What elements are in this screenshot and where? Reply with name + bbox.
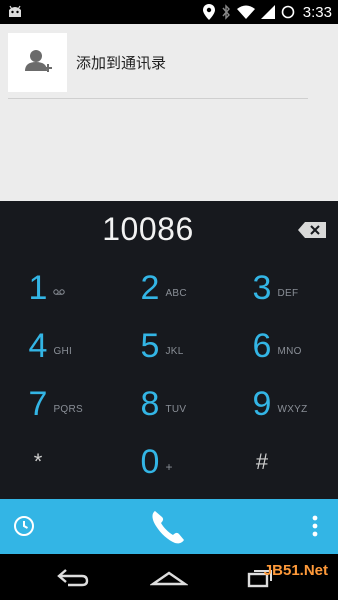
key-4[interactable]: 4 GHI	[0, 317, 112, 375]
watermark: JB51.Net	[263, 562, 328, 579]
signal-icon	[260, 5, 275, 19]
key-digit: 8	[140, 384, 160, 423]
dialer-pad: 10086 1 2 ABC 3 DEF 4 GHI 5 JKL 6 MNO 7 …	[0, 201, 338, 499]
key-9[interactable]: 9 WXYZ	[224, 375, 336, 433]
key-digit: 6	[252, 326, 272, 365]
key-digit: 1	[28, 268, 48, 307]
key-letters: +	[165, 460, 173, 474]
keypad: 1 2 ABC 3 DEF 4 GHI 5 JKL 6 MNO 7 PQRS 8…	[0, 259, 338, 499]
bluetooth-icon	[222, 4, 230, 20]
status-time: 3:33	[302, 3, 332, 21]
key-5[interactable]: 5 JKL	[112, 317, 224, 375]
key-digit: 5	[140, 326, 160, 365]
key-digit: *	[33, 449, 43, 474]
divider	[8, 98, 308, 99]
navigation-bar: JB51.Net	[0, 554, 338, 600]
add-to-contacts-label: 添加到通讯录	[76, 53, 167, 72]
history-icon[interactable]	[12, 514, 36, 538]
key-letters: DEF	[277, 287, 299, 299]
dial-action-bar	[0, 499, 338, 554]
android-icon	[9, 5, 21, 17]
key-0[interactable]: 0 +	[112, 433, 224, 491]
avatar	[8, 32, 67, 92]
voicemail-icon	[53, 288, 83, 299]
backspace-icon[interactable]	[298, 222, 326, 238]
key-digit: 7	[28, 384, 48, 423]
wifi-icon	[236, 5, 255, 19]
back-icon[interactable]	[56, 566, 90, 588]
suggestion-area: 添加到通讯录	[0, 24, 338, 201]
key-digit: 2	[140, 268, 160, 307]
dialed-number[interactable]: 10086	[0, 211, 296, 248]
key-digit: #	[255, 449, 269, 474]
home-icon[interactable]	[150, 566, 188, 588]
key-letters: WXYZ	[277, 403, 308, 415]
key-letters: ABC	[165, 287, 187, 299]
sync-icon	[281, 5, 295, 19]
key-letters: JKL	[165, 345, 184, 357]
key-digit: 3	[252, 268, 272, 307]
key-pound[interactable]: #	[224, 433, 336, 491]
key-7[interactable]: 7 PQRS	[0, 375, 112, 433]
key-star[interactable]: *	[0, 433, 112, 491]
key-digit: 4	[28, 326, 48, 365]
key-letters: TUV	[165, 403, 187, 415]
add-to-contacts-row[interactable]: 添加到通讯录	[8, 32, 308, 92]
phone-icon[interactable]	[148, 508, 188, 546]
key-letters: MNO	[277, 345, 302, 357]
key-1[interactable]: 1	[0, 259, 112, 317]
key-8[interactable]: 8 TUV	[112, 375, 224, 433]
key-letters: GHI	[53, 345, 73, 357]
key-3[interactable]: 3 DEF	[224, 259, 336, 317]
number-display: 10086	[0, 201, 338, 259]
overflow-icon[interactable]	[312, 515, 318, 537]
key-letters: PQRS	[53, 403, 83, 415]
add-contact-icon	[24, 50, 52, 72]
status-bar: 3:33	[0, 0, 338, 24]
key-digit: 9	[252, 384, 272, 423]
key-6[interactable]: 6 MNO	[224, 317, 336, 375]
location-icon	[202, 4, 215, 20]
key-2[interactable]: 2 ABC	[112, 259, 224, 317]
key-digit: 0	[140, 442, 160, 481]
